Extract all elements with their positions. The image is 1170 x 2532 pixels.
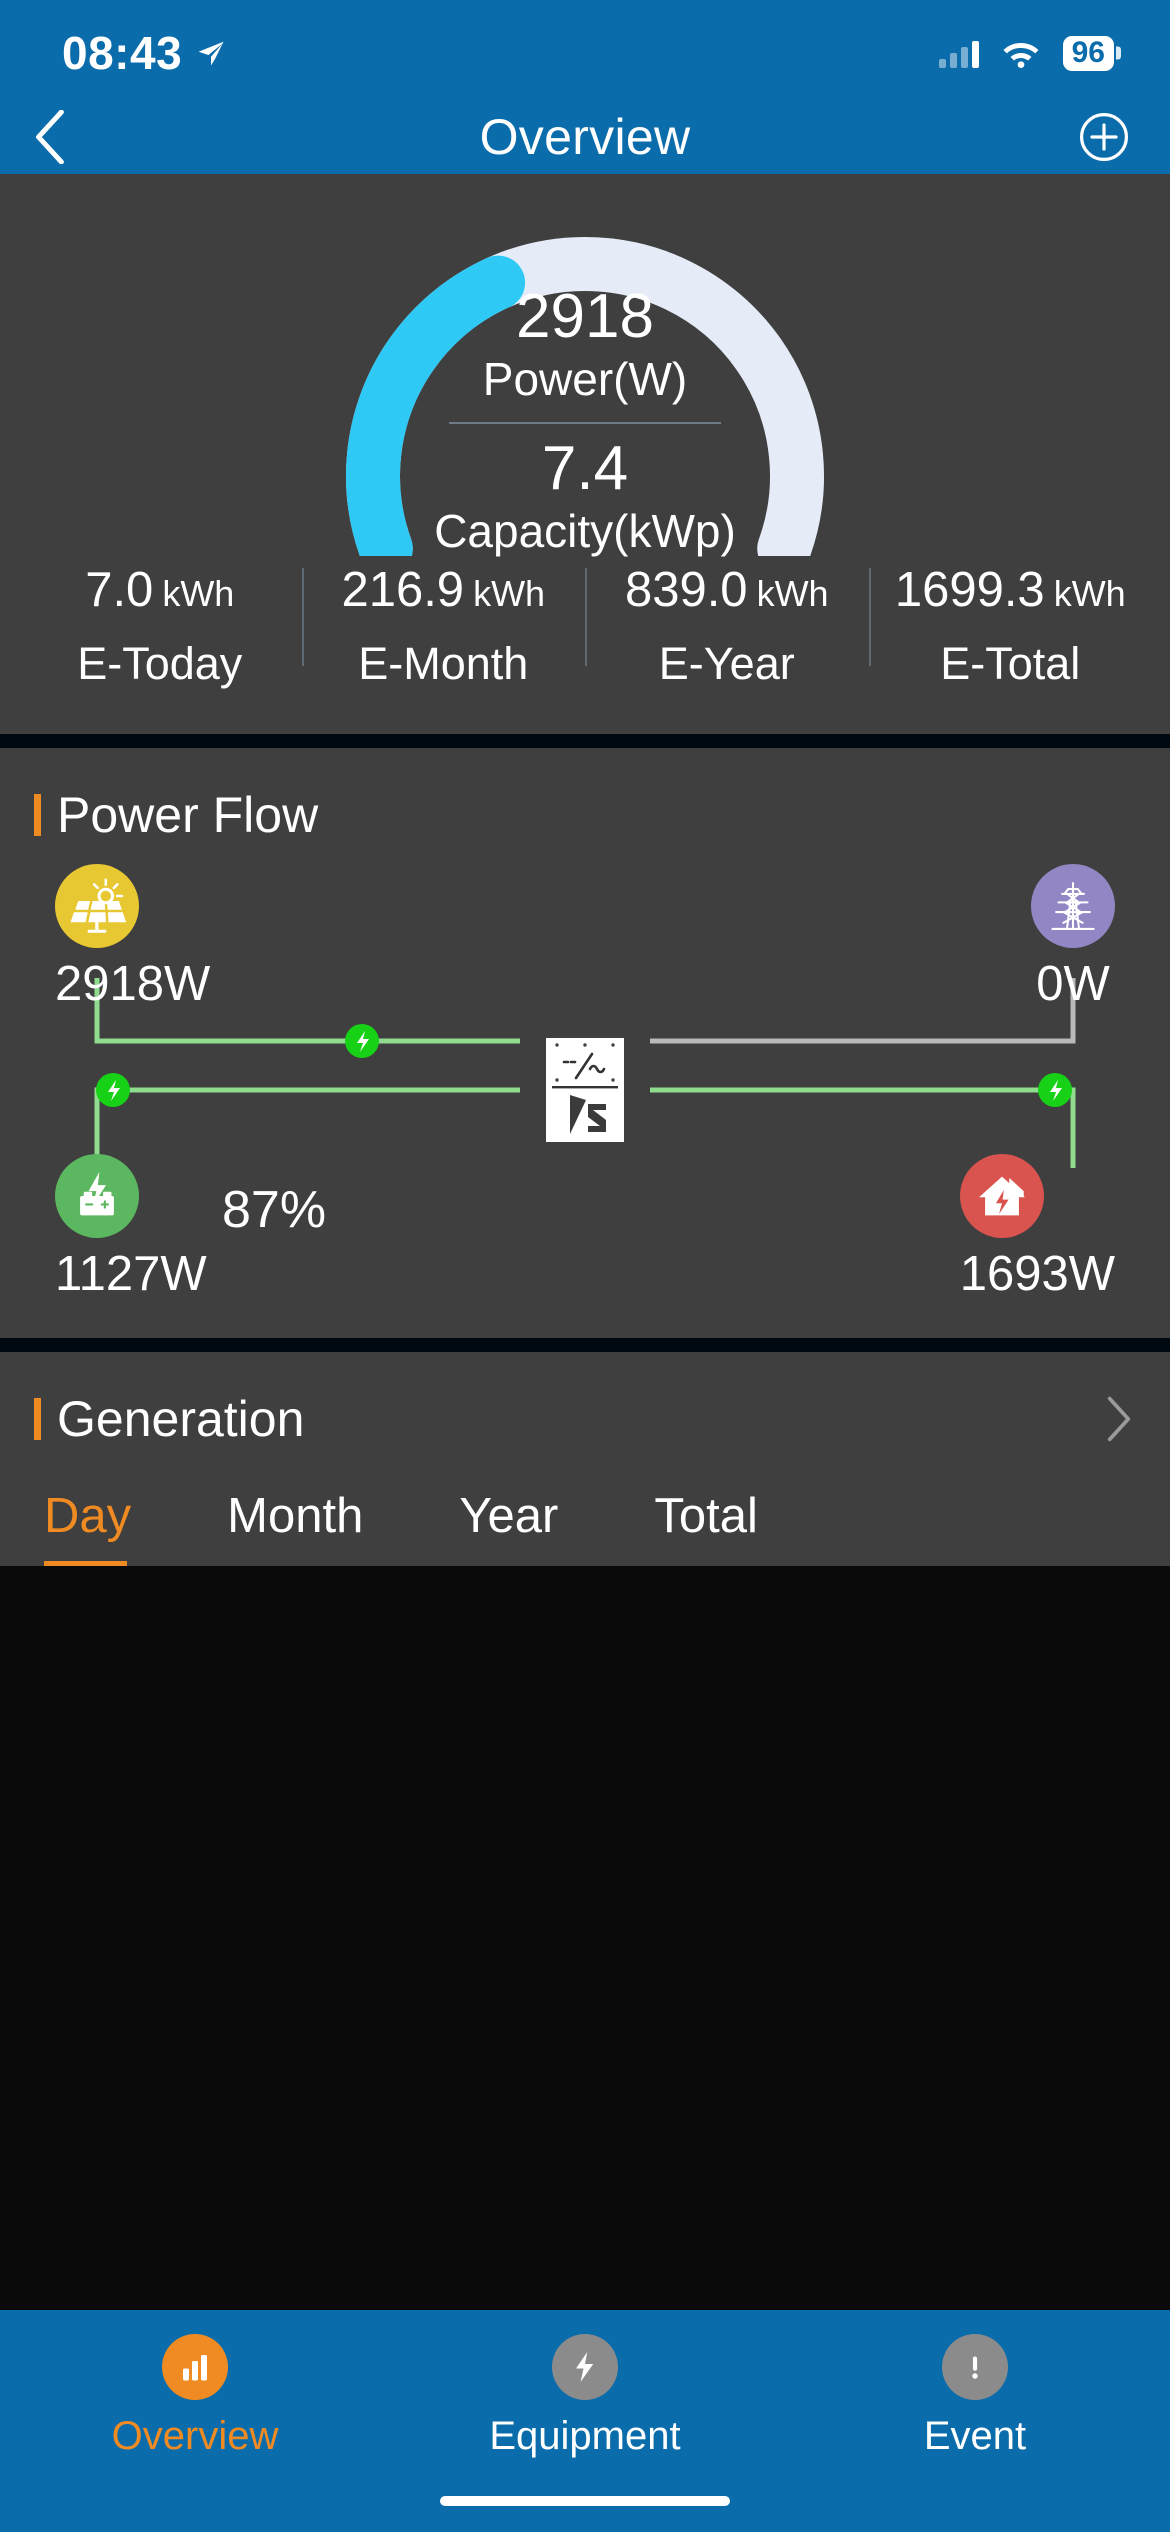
generation-tab-day[interactable]: Day (44, 1488, 131, 1566)
generation-tab-total[interactable]: Total (654, 1488, 758, 1566)
tab-label: Day (44, 1489, 132, 1543)
flow-node-battery-power: 1127W (55, 1247, 207, 1301)
stat-e-year: 839.0 kWh E-Year (585, 562, 869, 690)
house-bolt-icon (959, 1154, 1044, 1238)
alert-icon (942, 2334, 1008, 2400)
location-arrow-icon (198, 41, 224, 66)
flow-node-grid-power: 0W (1036, 957, 1110, 1011)
status-bar-left: 08:43 (62, 20, 226, 80)
power-tower-icon (1031, 864, 1115, 948)
flow-node-battery[interactable]: 1127W (55, 1154, 207, 1302)
status-bar-right: 96 (938, 30, 1114, 71)
tab-label: Total (654, 1489, 758, 1543)
generation-tabs: Day Month Year Total (0, 1448, 1170, 1566)
flow-node-grid[interactable]: 0W (1031, 864, 1115, 1012)
page-title: Overview (479, 109, 691, 165)
stat-unit: kWh (1053, 573, 1126, 614)
stat-label: E-Today (77, 638, 243, 689)
tab-event[interactable]: Event (780, 2334, 1170, 2532)
flow-line-grid (650, 978, 1076, 1044)
stat-value: 839.0 kWh (585, 562, 869, 618)
tab-label: Month (227, 1489, 364, 1543)
flow-node-home[interactable]: 1693W (959, 1154, 1115, 1302)
stat-unit: kWh (473, 573, 546, 614)
power-gauge: 2918 Power(W) 7.4 Capacity(kWp) (0, 196, 1170, 557)
bottom-tab-bar: Overview Equipment Event (0, 2310, 1170, 2532)
home-indicator (440, 2496, 730, 2506)
flow-node-pv[interactable]: 2918W (55, 864, 210, 1012)
tab-overview[interactable]: Overview (0, 2334, 390, 2532)
nav-bar: Overview (0, 100, 1170, 174)
clock-time: 08:43 (62, 27, 183, 79)
chevron-left-icon (36, 110, 64, 164)
generation-card: Generation Day Month Year Total (0, 1352, 1170, 1566)
tab-event-label: Event (923, 2414, 1027, 2458)
gauge-divider (449, 422, 721, 425)
flow-node-home-power: 1693W (959, 1247, 1115, 1301)
generation-header[interactable]: Generation (0, 1352, 1170, 1448)
stat-value: 7.0 kWh (18, 562, 302, 618)
power-flow-card: Power Flow 2918W 0W 1127W 87% 1693W (0, 748, 1170, 1338)
tab-label: Year (459, 1489, 559, 1543)
accent-bar (34, 1398, 41, 1440)
power-flow-title: Power Flow (57, 787, 319, 843)
generation-tab-year[interactable]: Year (459, 1488, 558, 1566)
gauge-power-label: Power(W) (482, 352, 688, 405)
add-button[interactable] (1078, 111, 1130, 163)
flow-dot-home (1038, 1073, 1072, 1107)
stat-e-today: 7.0 kWh E-Today (18, 562, 302, 690)
stat-e-month: 216.9 kWh E-Month (301, 562, 586, 690)
generation-tab-month[interactable]: Month (227, 1488, 363, 1566)
section-gap-2 (0, 1338, 1170, 1352)
flow-dot-pv (345, 1024, 379, 1058)
tab-overview-label: Overview (111, 2414, 279, 2458)
flow-node-pv-power: 2918W (55, 957, 211, 1011)
power-flow-diagram: 2918W 0W 1127W 87% 1693W (0, 858, 1170, 1338)
bar-chart-icon (162, 2334, 228, 2400)
battery-indicator: 96 (1062, 35, 1114, 71)
stat-number: 216.9 (341, 563, 465, 617)
stat-number: 7.0 (85, 563, 154, 617)
chevron-right-icon[interactable] (1106, 1396, 1132, 1442)
stat-number: 1699.3 (894, 563, 1045, 617)
tab-equipment-label: Equipment (489, 2414, 681, 2458)
battery-soc: 87% (222, 1181, 327, 1239)
gauge-power-value: 2918 (516, 282, 654, 351)
summary-card: 2918 Power(W) 7.4 Capacity(kWp) 7.0 kWh … (0, 174, 1170, 734)
stat-label: E-Month (358, 638, 529, 689)
flow-dot-battery (96, 1073, 130, 1107)
section-gap (0, 734, 1170, 748)
wifi-icon (1003, 43, 1039, 68)
gauge-capacity-value: 7.4 (541, 434, 629, 504)
gauge-center-readout: 2918 Power(W) 7.4 Capacity(kWp) (0, 282, 1170, 561)
stat-unit: kWh (756, 573, 829, 614)
stat-e-total: 1699.3 kWh E-Total (868, 562, 1153, 690)
gauge-capacity-label: Capacity(kWp) (434, 505, 736, 558)
plus-circle-icon (1080, 113, 1128, 161)
stat-value: 1699.3 kWh (869, 562, 1153, 618)
stat-label: E-Total (940, 638, 1081, 689)
cellular-bars-icon (938, 38, 979, 68)
accent-bar (34, 794, 41, 836)
generation-title: Generation (57, 1391, 305, 1447)
power-flow-header: Power Flow (0, 748, 1170, 844)
status-bar: 08:43 96 (0, 0, 1170, 100)
stat-value: 216.9 kWh (302, 562, 586, 618)
solar-panel-icon (55, 864, 139, 948)
stat-label: E-Year (658, 638, 795, 689)
inverter-icon[interactable] (546, 1038, 624, 1142)
energy-stats-row: 7.0 kWh E-Today 216.9 kWh E-Month 839.0 … (0, 556, 1170, 724)
bolt-icon (552, 2334, 618, 2400)
back-button[interactable] (34, 110, 68, 164)
battery-charging-icon (55, 1154, 139, 1238)
stat-number: 839.0 (624, 563, 748, 617)
stat-unit: kWh (162, 573, 235, 614)
